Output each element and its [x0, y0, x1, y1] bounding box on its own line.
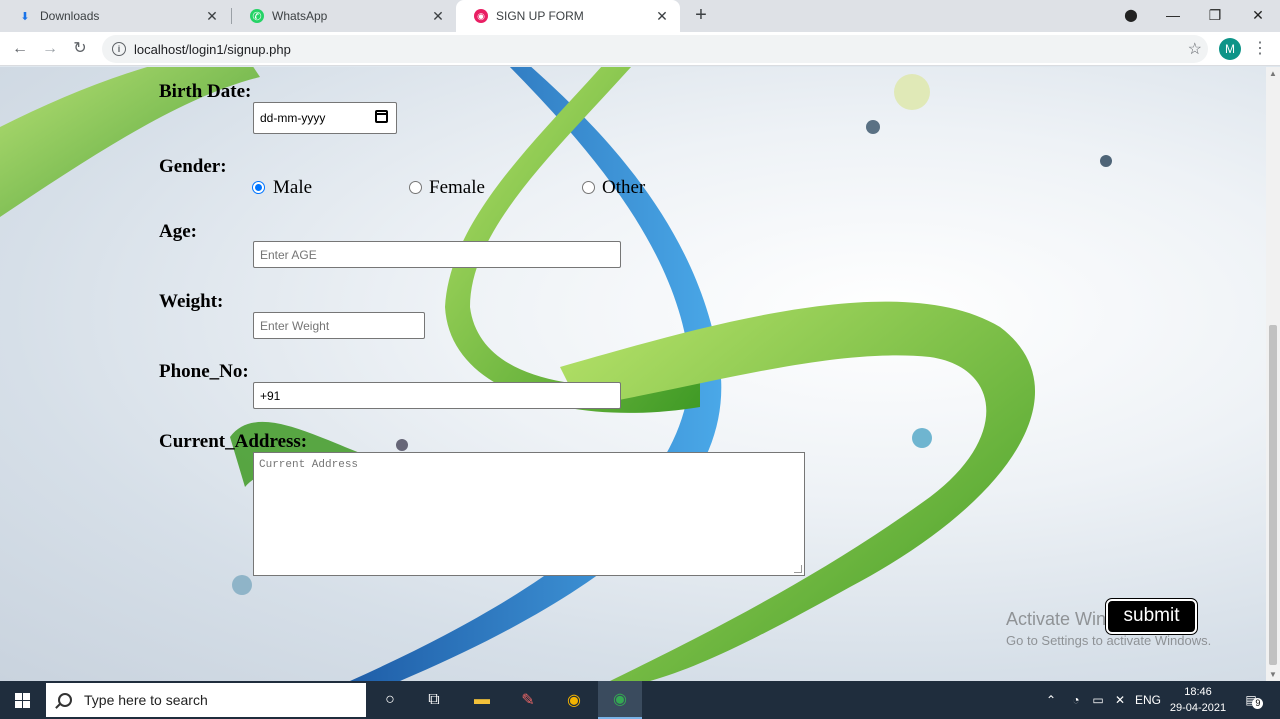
weight-placeholder: Enter Weight: [260, 318, 330, 333]
battery-icon[interactable]: ▭: [1088, 681, 1108, 719]
network-icon[interactable]: ◔: [1066, 681, 1086, 719]
search-icon: [58, 693, 72, 707]
site-icon: ◉: [474, 9, 488, 23]
gender-female-label: Female: [429, 177, 485, 198]
close-window-icon[interactable]: ✕: [1237, 0, 1279, 32]
gender-other-radio[interactable]: [582, 181, 595, 194]
address-bar[interactable]: i localhost/login1/signup.php ☆: [102, 35, 1208, 63]
age-placeholder: Enter AGE: [260, 247, 317, 262]
birth-date-label: Birth Date:: [159, 81, 252, 102]
notification-icon[interactable]: ▤ 9: [1238, 681, 1264, 719]
tab-downloads[interactable]: ⬇ Downloads ✕: [0, 0, 230, 32]
volume-icon[interactable]: ✕: [1110, 681, 1130, 719]
clock-date: 29-04-2021: [1169, 702, 1227, 714]
gender-male-radio[interactable]: [252, 181, 265, 194]
resize-handle[interactable]: [794, 565, 802, 573]
paint-icon[interactable]: ✎: [506, 681, 550, 719]
restore-icon[interactable]: ❐: [1194, 0, 1236, 32]
address-label: Current_Address:: [159, 431, 308, 452]
whatsapp-icon: ✆: [250, 9, 264, 23]
phone-label: Phone_No:: [159, 361, 249, 382]
close-icon[interactable]: ✕: [654, 8, 670, 24]
show-hidden-icons[interactable]: ⌃: [1042, 681, 1060, 719]
weight-input[interactable]: Enter Weight: [253, 312, 425, 339]
scroll-up-icon[interactable]: ▲: [1269, 69, 1277, 78]
activate-windows-subtitle: Go to Settings to activate Windows.: [1006, 633, 1212, 648]
scroll-thumb[interactable]: [1269, 325, 1277, 665]
weight-label: Weight:: [159, 291, 224, 312]
info-icon[interactable]: i: [112, 42, 126, 56]
minimize-icon[interactable]: —: [1152, 0, 1194, 32]
phone-input[interactable]: +91: [253, 382, 621, 409]
gender-female-radio[interactable]: [409, 181, 422, 194]
gender-male-label: Male: [273, 177, 313, 198]
url-text: localhost/login1/signup.php: [134, 41, 291, 57]
close-icon[interactable]: ✕: [204, 8, 220, 24]
age-label: Age:: [159, 221, 197, 242]
address-placeholder: Current Address: [259, 459, 359, 471]
download-icon: ⬇: [20, 10, 30, 23]
tab-search-icon[interactable]: ⬤: [1110, 0, 1152, 32]
tab-whatsapp[interactable]: ✆ WhatsApp ✕: [232, 0, 456, 32]
close-icon[interactable]: ✕: [430, 8, 446, 24]
page-scrollbar[interactable]: ▲ ▼: [1266, 67, 1280, 681]
clock[interactable]: 18:46 29-04-2021: [1168, 684, 1228, 716]
menu-icon[interactable]: ⋮: [1250, 38, 1270, 60]
tab-label: WhatsApp: [272, 9, 328, 23]
birth-date-value: dd-mm-yyyy: [260, 111, 326, 125]
tab-strip: ⬇ Downloads ✕ ✆ WhatsApp ✕ ◉ SIGN UP FOR…: [0, 0, 1280, 32]
gender-other-label: Other: [602, 177, 646, 198]
taskbar: Type here to search ○ ⧉ ▬ ✎ ◉ ◉ ⌃ ◔ ▭ ✕ …: [0, 681, 1280, 719]
reload-icon[interactable]: ↻: [69, 38, 91, 60]
phone-value: +91: [260, 388, 281, 403]
address-textarea[interactable]: Current Address: [253, 452, 805, 576]
gender-label: Gender:: [159, 156, 227, 177]
notification-count: 9: [1252, 698, 1264, 709]
language-indicator[interactable]: ENG: [1134, 681, 1162, 719]
chrome-icon[interactable]: ◉: [552, 681, 596, 719]
new-tab-button[interactable]: +: [690, 4, 712, 26]
page-content: Birth Date: dd-mm-yyyy Gender: Male Fema…: [0, 67, 1266, 681]
profile-avatar[interactable]: M: [1219, 38, 1241, 60]
task-view-icon[interactable]: ⧉: [412, 681, 456, 719]
bookmark-star-icon[interactable]: ☆: [1188, 39, 1202, 59]
age-input[interactable]: Enter AGE: [253, 241, 621, 268]
scroll-down-icon[interactable]: ▼: [1269, 670, 1277, 679]
taskbar-search[interactable]: Type here to search: [46, 683, 366, 717]
search-placeholder: Type here to search: [84, 692, 208, 708]
back-icon[interactable]: ←: [9, 38, 31, 60]
clock-time: 18:46: [1184, 686, 1212, 698]
birth-date-input[interactable]: dd-mm-yyyy: [253, 102, 397, 134]
tab-label: SIGN UP FORM: [496, 9, 584, 23]
submit-button[interactable]: submit: [1105, 598, 1198, 635]
chrome-profile-icon[interactable]: ◉: [598, 681, 642, 719]
tab-sign-up-form[interactable]: ◉ SIGN UP FORM ✕: [456, 0, 680, 32]
forward-icon[interactable]: →: [39, 38, 61, 60]
cortana-icon[interactable]: ○: [368, 681, 412, 719]
tab-label: Downloads: [40, 9, 100, 23]
windows-logo-icon: [14, 692, 30, 708]
browser-toolbar: ← → ↻ i localhost/login1/signup.php ☆ M …: [0, 32, 1280, 66]
calendar-icon[interactable]: [375, 110, 388, 123]
start-button[interactable]: [0, 681, 44, 719]
file-explorer-icon[interactable]: ▬: [460, 681, 504, 719]
